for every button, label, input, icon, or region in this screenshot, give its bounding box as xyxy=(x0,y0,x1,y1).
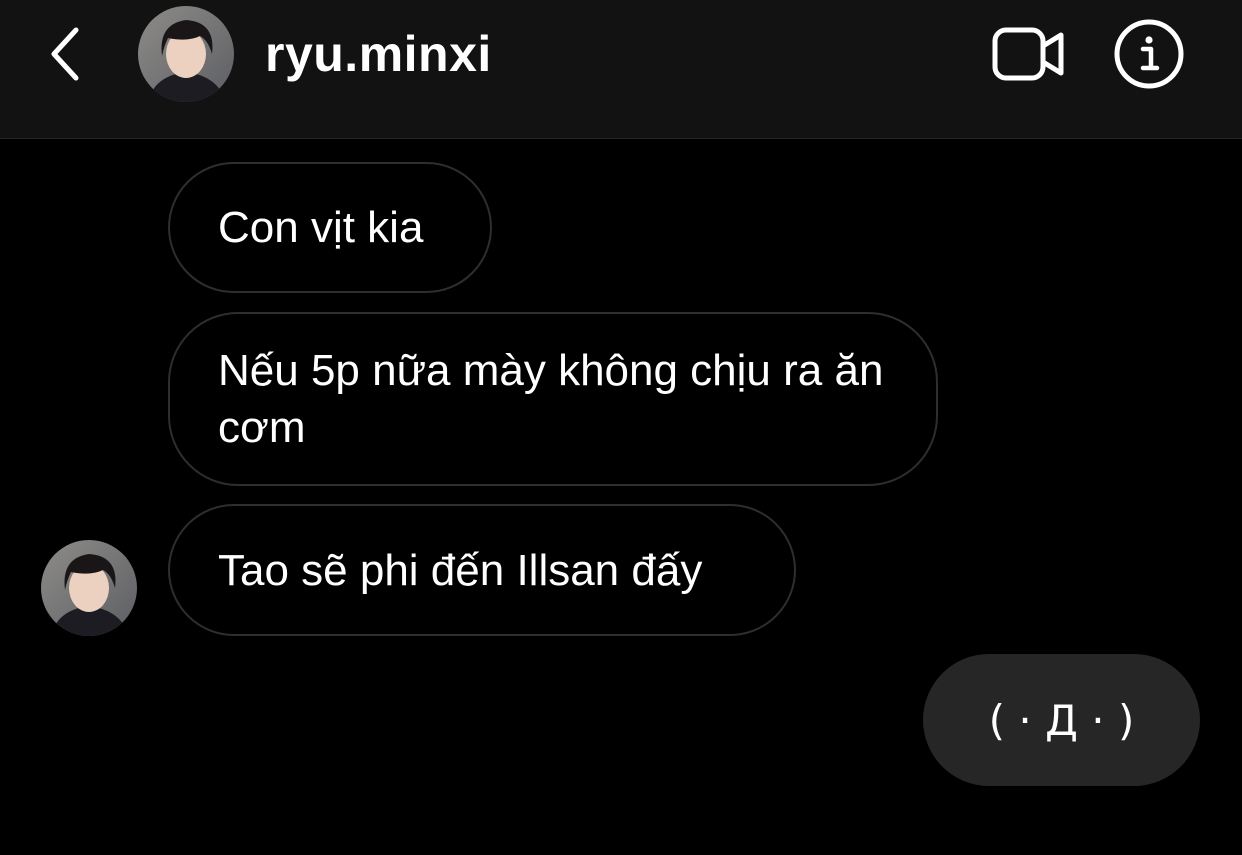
message-text: ( · Д · ) xyxy=(988,695,1135,745)
conversation-header: ryu.minxi xyxy=(0,0,1242,139)
info-icon xyxy=(1114,19,1184,89)
video-call-button[interactable] xyxy=(988,20,1070,88)
message-text: Tao sẽ phi đến Illsan đấy xyxy=(218,545,703,595)
chevron-left-icon xyxy=(51,27,79,81)
message-bubble-received[interactable]: Tao sẽ phi đến Illsan đấy xyxy=(168,504,796,636)
message-bubble-received[interactable]: Con vịt kia xyxy=(168,162,492,293)
message-text: Con vịt kia xyxy=(218,203,424,252)
message-text: Nếu 5p nữa mày không chịu ra ăn cơm xyxy=(218,346,884,452)
username[interactable]: ryu.minxi xyxy=(265,24,492,84)
avatar[interactable] xyxy=(138,6,234,102)
back-button[interactable] xyxy=(36,18,96,90)
video-camera-icon xyxy=(992,27,1064,81)
info-button[interactable] xyxy=(1112,17,1186,91)
message-bubble-sent[interactable]: ( · Д · ) xyxy=(923,654,1200,786)
message-bubble-received[interactable]: Nếu 5p nữa mày không chịu ra ăn cơm xyxy=(168,312,938,486)
sender-avatar[interactable] xyxy=(41,540,137,636)
